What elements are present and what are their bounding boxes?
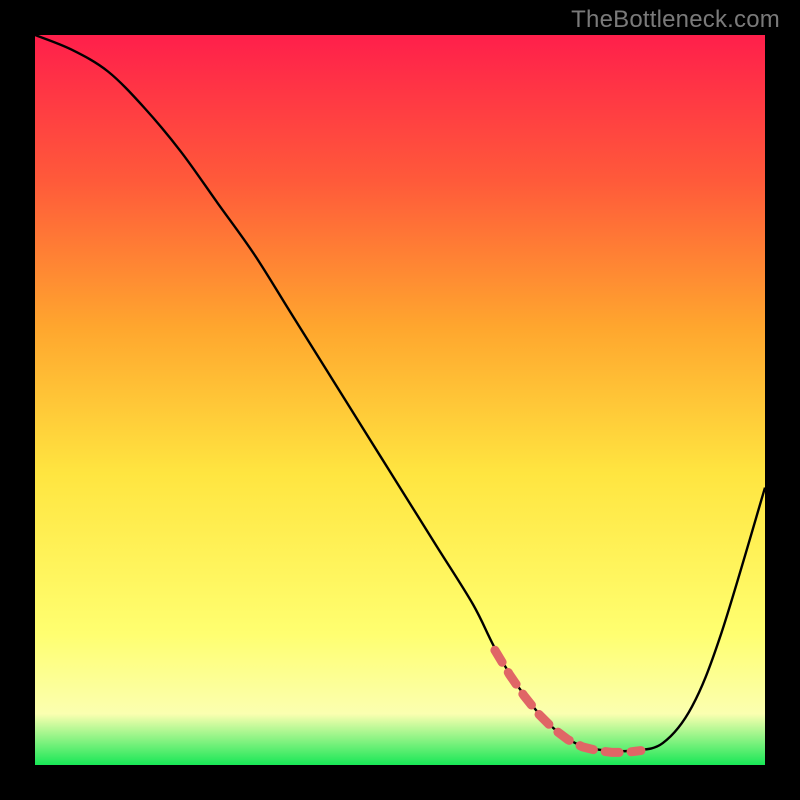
watermark-text: TheBottleneck.com: [571, 6, 780, 34]
chart-frame: TheBottleneck.com: [0, 0, 800, 800]
gradient-background: [35, 35, 765, 765]
chart-svg: [35, 35, 765, 765]
plot-area: [35, 35, 765, 765]
